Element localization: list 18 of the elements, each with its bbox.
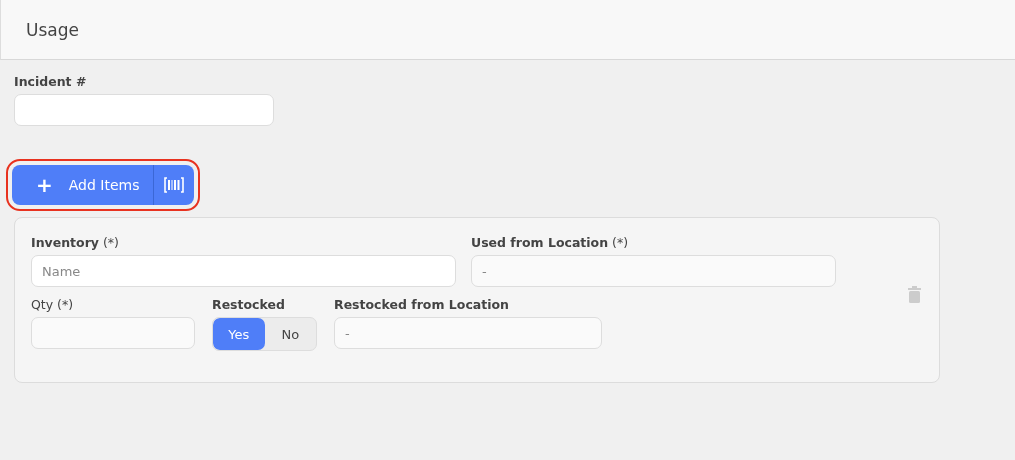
field-label: Qty (*): [31, 297, 75, 312]
barcode-scan-button[interactable]: [154, 165, 195, 205]
page-title: Usage: [26, 19, 79, 40]
barcode-icon: [164, 177, 185, 193]
toggle-option[interactable]: No: [264, 318, 316, 350]
location-field[interactable]: -: [334, 317, 602, 349]
field-label: Inventory (*): [31, 235, 120, 250]
add-items-button[interactable]: + Add Items: [12, 165, 155, 205]
field-label: Restocked from Location: [334, 297, 510, 312]
delete-icon[interactable]: [908, 286, 921, 303]
inventory-field[interactable]: Name: [31, 255, 456, 287]
field-label: Incident #: [14, 74, 88, 89]
field-label: Used from Location (*): [471, 235, 630, 250]
location-field[interactable]: -: [471, 255, 836, 287]
toggle-option[interactable]: Yes: [213, 318, 265, 350]
field-label: Restocked: [212, 297, 286, 312]
incident-field[interactable]: [14, 94, 274, 126]
qty-field[interactable]: [31, 317, 195, 349]
